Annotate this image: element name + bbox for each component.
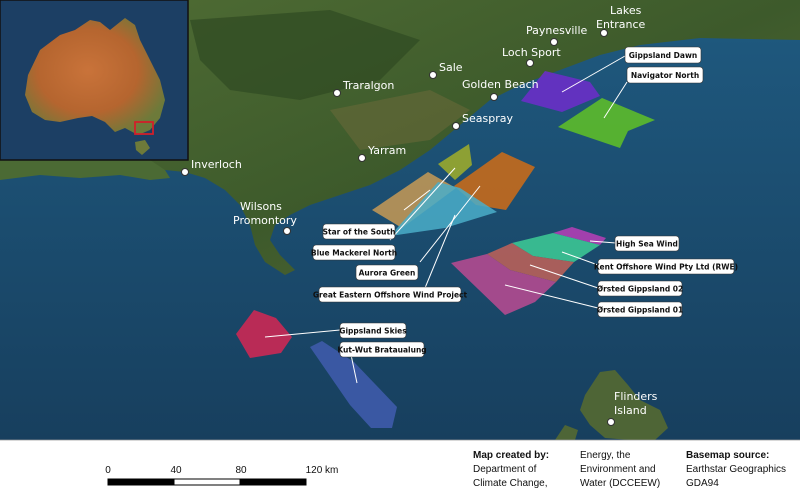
svg-text:Loch Sport: Loch Sport	[502, 46, 561, 59]
label-navigator-north: Navigator North	[626, 66, 704, 84]
svg-text:Department of: Department of	[473, 464, 537, 475]
scale-tick-80: 80	[235, 465, 247, 476]
scale-tick-40: 40	[170, 465, 182, 476]
svg-text:Island: Island	[614, 404, 647, 417]
svg-text:Kut-Wut Brataualung: Kut-Wut Brataualung	[337, 346, 426, 355]
svg-text:High Sea Wind: High Sea Wind	[616, 240, 678, 249]
svg-text:Golden Beach: Golden Beach	[462, 78, 539, 91]
label-gippsland-dawn: Gippsland Dawn	[624, 46, 702, 64]
svg-text:Aurora Green: Aurora Green	[359, 269, 416, 278]
scale-tick-120: 120 km	[306, 465, 339, 476]
svg-text:Wilsons: Wilsons	[240, 200, 282, 213]
svg-text:Promontory: Promontory	[233, 214, 297, 227]
svg-text:Traralgon: Traralgon	[342, 79, 394, 92]
label-blue-mackerel-north: Blue Mackerel North	[311, 244, 397, 261]
svg-text:Ørsted Gippsland 01: Ørsted Gippsland 01	[597, 306, 684, 315]
svg-text:Inverloch: Inverloch	[191, 158, 242, 171]
inset-map	[0, 0, 189, 161]
svg-text:Lakes: Lakes	[610, 4, 642, 17]
label-aurora-green: Aurora Green	[355, 264, 419, 281]
svg-text:Great Eastern Offshore Wind Pr: Great Eastern Offshore Wind Project	[313, 291, 468, 300]
label-gippsland-skies: Gippsland Skies	[339, 322, 407, 339]
label-high-sea-wind: High Sea Wind	[614, 235, 680, 252]
svg-text:Map created by:: Map created by:	[473, 450, 549, 461]
svg-text:Water (DCCEEW): Water (DCCEEW)	[580, 478, 660, 489]
label-orsted-01: Ørsted Gippsland 01	[597, 301, 684, 318]
svg-text:Sale: Sale	[439, 61, 463, 74]
svg-text:Entrance: Entrance	[596, 18, 646, 31]
svg-text:Environment and: Environment and	[580, 464, 656, 475]
label-kent-offshore: Kent Offshore Wind Pty Ltd (RWE)	[594, 258, 738, 275]
label-great-eastern: Great Eastern Offshore Wind Project	[313, 286, 468, 303]
footer: 0 40 80 120 km Map created by: Departmen…	[0, 439, 800, 500]
svg-text:Basemap source:: Basemap source:	[686, 450, 769, 461]
svg-text:Paynesville: Paynesville	[526, 24, 588, 37]
svg-text:Ørsted Gippsland 02: Ørsted Gippsland 02	[597, 285, 684, 294]
scale-tick-0: 0	[105, 465, 111, 476]
svg-text:Energy, the: Energy, the	[580, 450, 631, 461]
svg-text:Gippsland Skies: Gippsland Skies	[339, 327, 407, 336]
label-orsted-02: Ørsted Gippsland 02	[597, 280, 684, 297]
svg-text:Blue Mackerel North: Blue Mackerel North	[311, 249, 397, 258]
svg-text:Gippsland Dawn: Gippsland Dawn	[629, 51, 697, 60]
svg-text:Navigator North: Navigator North	[631, 71, 699, 80]
svg-text:Yarram: Yarram	[367, 144, 406, 157]
svg-text:Kent Offshore Wind Pty Ltd (RW: Kent Offshore Wind Pty Ltd (RWE)	[594, 263, 738, 272]
svg-text:Flinders: Flinders	[614, 390, 658, 403]
svg-text:Earthstar Geographics: Earthstar Geographics	[686, 464, 786, 475]
label-kut-wut-brataualung: Kut-Wut Brataualung	[337, 341, 427, 358]
label-star-of-the-south: Star of the South	[323, 223, 396, 240]
offshore-wind-map: Gippsland Dawn Navigator North Star of t…	[0, 0, 800, 500]
svg-text:Climate Change,: Climate Change,	[473, 478, 547, 489]
svg-text:GDA94: GDA94	[686, 478, 719, 489]
svg-text:Star of the South: Star of the South	[323, 228, 396, 237]
svg-text:Seaspray: Seaspray	[462, 112, 513, 125]
